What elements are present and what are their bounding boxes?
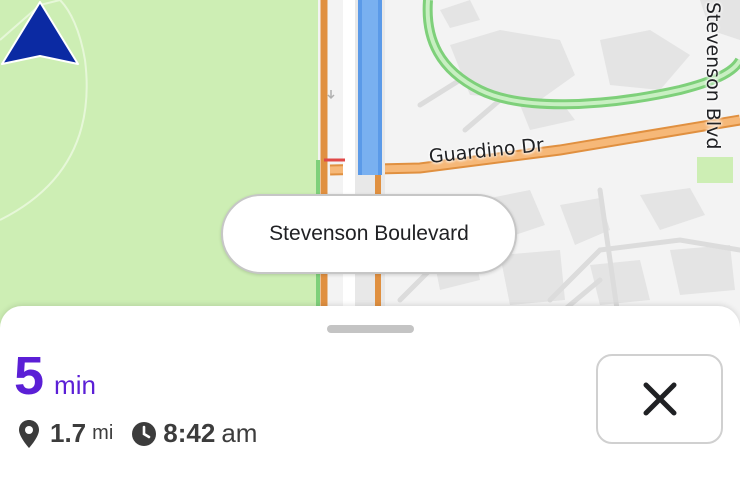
eta-value: 5: [14, 346, 45, 406]
eta: 5 min: [14, 346, 96, 406]
current-street-label: Stevenson Boulevard: [269, 222, 469, 245]
navigation-arrow-icon: [1, 1, 79, 65]
arrival-time: 8:42: [163, 418, 216, 448]
trip-details: 1.7 mi 8:42 am: [16, 418, 257, 449]
close-navigation-button[interactable]: [596, 354, 723, 444]
map-view[interactable]: Stevenson Blvd Guardino Dr Stevenson Bou…: [0, 0, 740, 330]
distance-unit: mi: [92, 422, 114, 444]
distance-value: 1.7: [50, 418, 87, 448]
current-street-chip: Stevenson Boulevard: [221, 194, 517, 274]
clock-icon: [132, 421, 157, 446]
trip-summary-sheet[interactable]: 5 min 1.7 mi 8:42 am: [0, 306, 740, 492]
map-canvas: [0, 0, 740, 330]
road-label-stevenson-blvd: Stevenson Blvd: [702, 2, 724, 150]
arrival-suffix: am: [221, 418, 258, 448]
close-icon: [643, 382, 676, 416]
sheet-drag-handle[interactable]: [327, 325, 414, 333]
eta-unit: min: [54, 370, 96, 400]
location-pin-icon: [19, 419, 39, 448]
